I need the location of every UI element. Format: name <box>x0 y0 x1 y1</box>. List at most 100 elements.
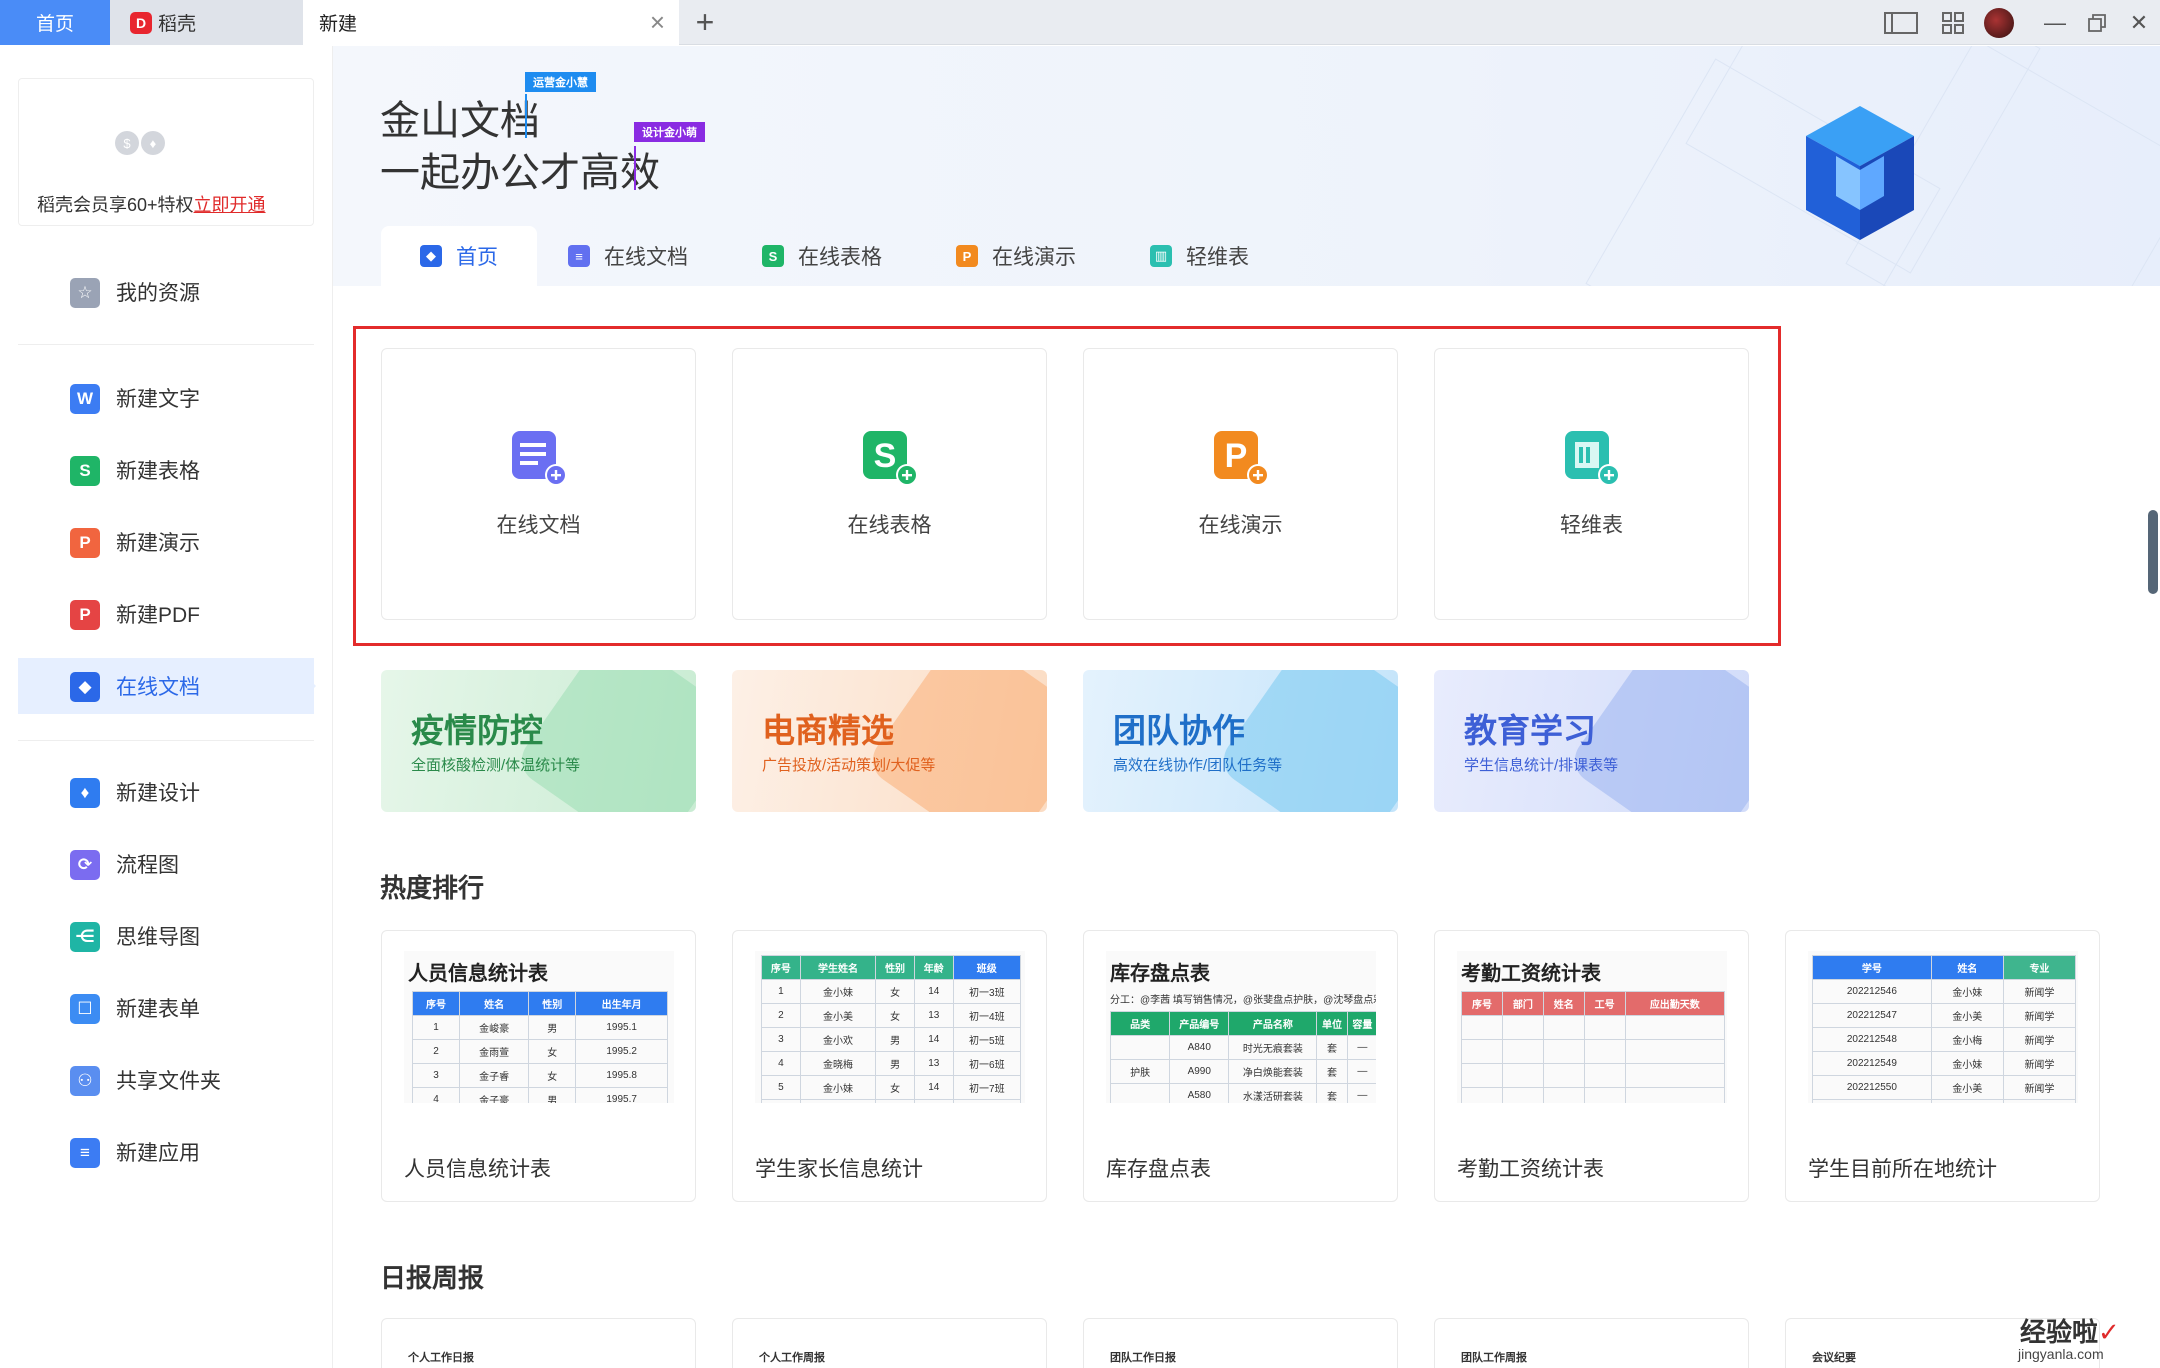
tab-online-docs[interactable]: ≡ 在线文档 <box>568 226 688 286</box>
create-online-doc-card[interactable]: 在线文档 <box>381 348 696 620</box>
template-card[interactable]: 个人工作周报 <box>732 1318 1047 1368</box>
preview-cell: 金峻豪 <box>458 1015 530 1040</box>
sidebar-item-new-pdf[interactable]: P 新建PDF <box>18 586 314 642</box>
preview-cell: 202212546 <box>1812 979 1932 1004</box>
open-membership-link[interactable]: 立即开通 <box>194 195 266 215</box>
online-docs-cube-icon: ◆ <box>70 672 100 702</box>
spreadsheet-icon: S <box>70 456 100 486</box>
design-icon: ♦ <box>70 778 100 808</box>
preview-grid: 序号 部门 姓名 工号 应出勤天数 <box>1461 991 1726 1103</box>
collaborator-badge: 运营金小慧 <box>525 72 596 92</box>
preview-cell <box>1542 1087 1585 1103</box>
preview-cell: 金小妹 <box>1930 1051 2004 1076</box>
create-online-sheet-card[interactable]: S 在线表格 <box>732 348 1047 620</box>
template-card[interactable]: 考勤工资统计表 序号 部门 姓名 工号 应出勤天数 考勤工资统计表 <box>1434 930 1749 1202</box>
preview-header-cell: 年龄 <box>913 955 954 980</box>
caret-blue <box>525 94 527 138</box>
tab-home-page[interactable]: ◆ 首页 <box>381 226 537 286</box>
shared-folder-icon: ⚇ <box>70 1066 100 1096</box>
template-preview-title: 个人工作周报 <box>759 1352 825 1364</box>
tab-label: 在线表格 <box>798 246 882 269</box>
sidebar-item-new-writer[interactable]: W 新建文字 <box>18 370 314 426</box>
sidebar-item-label: 流程图 <box>116 854 179 877</box>
sidebar-item-label: 新建文字 <box>116 388 200 411</box>
close-window-icon[interactable]: ✕ <box>2122 8 2156 38</box>
template-card[interactable]: 个人工作日报 <box>381 1318 696 1368</box>
preview-cell: 新闻学 <box>2002 979 2077 1004</box>
template-name: 学生目前所在地统计 <box>1808 1158 1997 1181</box>
tab-online-slides[interactable]: P 在线演示 <box>956 226 1076 286</box>
sidebar-item-flowchart[interactable]: ⟳ 流程图 <box>18 836 314 892</box>
preview-cell: 初一6班 <box>952 1051 1022 1076</box>
preview-header-cell: 专业 <box>2002 955 2077 980</box>
collaborator-badge: 设计金小萌 <box>634 122 705 142</box>
member-promo-card[interactable]: $ ♦ 稻壳会员享60+特权立即开通 <box>18 78 314 226</box>
sidebar-item-new-presentation[interactable]: P 新建演示 <box>18 514 314 570</box>
tab-light-table[interactable]: ▥ 轻维表 <box>1150 226 1249 286</box>
preview-cell: 金晓梅 <box>799 1051 877 1076</box>
preview-header-cell: 单位 <box>1316 1011 1348 1036</box>
preview-cell: 1995.1 <box>575 1015 668 1040</box>
sidebar-item-label: 我的资源 <box>116 282 200 305</box>
preview-title: 考勤工资统计表 <box>1461 963 1601 985</box>
sidebar-item-new-form[interactable]: ☐ 新建表单 <box>18 980 314 1036</box>
preview-cell: 14 <box>913 1027 954 1052</box>
user-avatar[interactable] <box>1982 8 2016 38</box>
preview-cell <box>1501 1063 1544 1088</box>
preview-cell: 5 <box>761 1075 801 1100</box>
template-preview: 人员信息统计表 序号 姓名 性别 出生年月 1 金峻豪男 1995.1 2 金雨萱女 1995.2… <box>404 951 674 1103</box>
sidebar-divider <box>18 740 314 741</box>
preview-grid: 序号 学生姓名 性别 年龄 班级 1 金小妹女 14 初一3班 2 金小美女 13 初一4班 3 金小欢男 1… <box>761 955 1022 1103</box>
scene-ecommerce[interactable]: 电商精选 广告投放/活动策划/大促等 <box>732 670 1047 812</box>
preview-cell: 金小妹 <box>1930 979 2004 1004</box>
preview-cell <box>1501 1015 1544 1040</box>
scene-title: 电商精选 <box>762 712 894 749</box>
template-card[interactable]: 库存盘点表 分工：@李茜 填写销售情况，@张斐盘点护肤，@沈琴盘点彩 品类 产品编… <box>1083 930 1398 1202</box>
sidebar-item-my-resources[interactable]: ☆ 我的资源 <box>18 264 314 320</box>
preview-cell: 净白焕能套装 <box>1228 1059 1318 1084</box>
light-table-plus-icon <box>1565 431 1620 486</box>
scene-epidemic-control[interactable]: 疫情防控 全面核酸检测/体温统计等 <box>381 670 696 812</box>
sidebar-item-new-design[interactable]: ♦ 新建设计 <box>18 764 314 820</box>
create-online-slides-card[interactable]: P 在线演示 <box>1083 348 1398 620</box>
minimize-icon[interactable]: — <box>2038 8 2072 38</box>
coins-icon: $ ♦ <box>115 131 165 155</box>
tab-daoke[interactable]: D 稻壳 <box>110 0 303 45</box>
template-card[interactable]: 团队工作日报 <box>1083 1318 1398 1368</box>
preview-cell: 1 <box>412 1015 460 1040</box>
apps-grid-icon[interactable] <box>1936 8 1970 38</box>
scrollbar-thumb[interactable] <box>2148 510 2158 594</box>
pdf-icon: P <box>70 600 100 630</box>
template-name: 人员信息统计表 <box>404 1158 551 1181</box>
template-card[interactable]: 序号 学生姓名 性别 年龄 班级 1 金小妹女 14 初一3班 2 金小美女 13 初一4班 3 金小欢男 1… <box>732 930 1047 1202</box>
sidebar-item-new-sheet[interactable]: S 新建表格 <box>18 442 314 498</box>
close-tab-icon[interactable]: × <box>650 9 665 35</box>
preview-cell: 女 <box>528 1039 577 1064</box>
create-light-table-card[interactable]: 轻维表 <box>1434 348 1749 620</box>
caret-purple <box>634 146 636 190</box>
preview-cell: 金小妹 <box>799 979 877 1004</box>
template-preview: 学号 姓名 专业 202212546 金小妹 新闻学 202212547 金小美 新闻学 2022… <box>1808 951 2078 1103</box>
sidebar-item-mindmap[interactable]: ⋲ 思维导图 <box>18 908 314 964</box>
restore-icon[interactable] <box>2080 8 2114 38</box>
cube-icon: ◆ <box>420 245 442 267</box>
new-tab-button[interactable]: + <box>690 4 720 40</box>
preview-cell: 新闻学 <box>2002 1003 2077 1028</box>
template-name: 库存盘点表 <box>1106 1158 1211 1181</box>
sidebar-item-shared-folder[interactable]: ⚇ 共享文件夹 <box>18 1052 314 1108</box>
template-card[interactable]: 学号 姓名 专业 202212546 金小妹 新闻学 202212547 金小美 新闻学 2022… <box>1785 930 2100 1202</box>
layout-toggle-icon[interactable] <box>1884 8 1918 38</box>
promo-text: 稻壳会员享60+特权立即开通 <box>37 195 266 215</box>
card-label: 轻维表 <box>1560 514 1623 537</box>
tab-new[interactable]: 新建 × <box>303 0 679 45</box>
scene-team-collab[interactable]: 团队协作 高效在线协作/团队任务等 <box>1083 670 1398 812</box>
template-card[interactable]: 人员信息统计表 序号 姓名 性别 出生年月 1 金峻豪男 1995.1 2 金雨萱女 1995.2… <box>381 930 696 1202</box>
template-card[interactable]: 团队工作周报 <box>1434 1318 1749 1368</box>
sidebar-item-new-app[interactable]: ≡ 新建应用 <box>18 1124 314 1180</box>
tab-home[interactable]: 首页 <box>0 0 110 45</box>
scene-education[interactable]: 教育学习 学生信息统计/排课表等 <box>1434 670 1749 812</box>
preview-cell: 套 <box>1316 1083 1348 1103</box>
sidebar-item-online-docs[interactable]: ◆ 在线文档 <box>18 658 316 714</box>
tab-online-sheets[interactable]: S 在线表格 <box>762 226 882 286</box>
online-sheet-plus-icon: S <box>863 431 918 486</box>
